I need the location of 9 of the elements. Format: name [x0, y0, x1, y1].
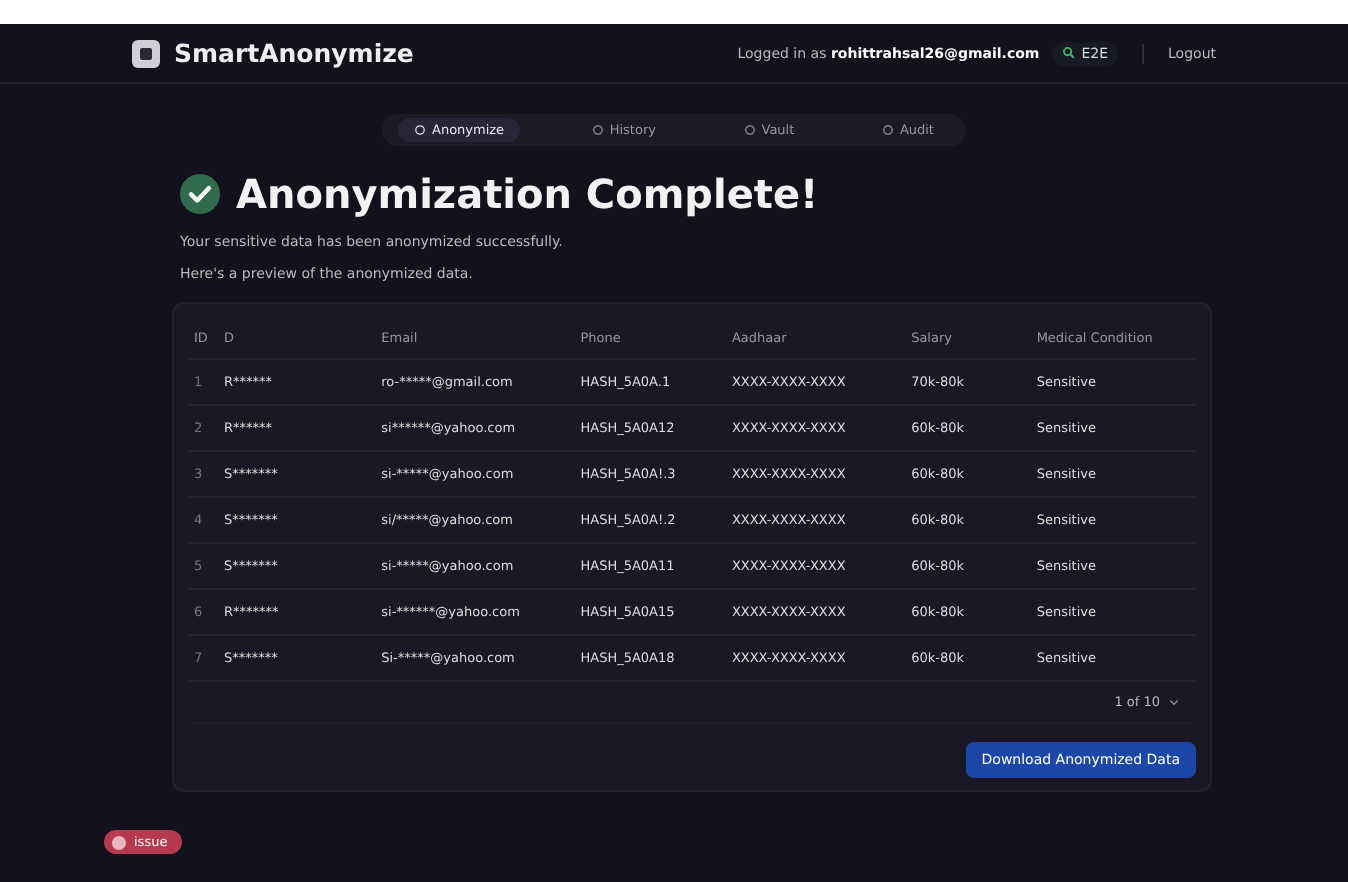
page-title: Anonymization Complete! — [236, 170, 819, 218]
circle-icon — [414, 124, 426, 136]
chevron-down-icon — [1168, 696, 1180, 708]
check-circle-icon — [180, 174, 220, 214]
app-name: SmartAnonymize — [174, 38, 414, 68]
logo-icon — [132, 39, 160, 67]
circle-icon — [743, 124, 756, 136]
circle-icon — [591, 124, 604, 136]
circle-icon — [881, 124, 894, 136]
